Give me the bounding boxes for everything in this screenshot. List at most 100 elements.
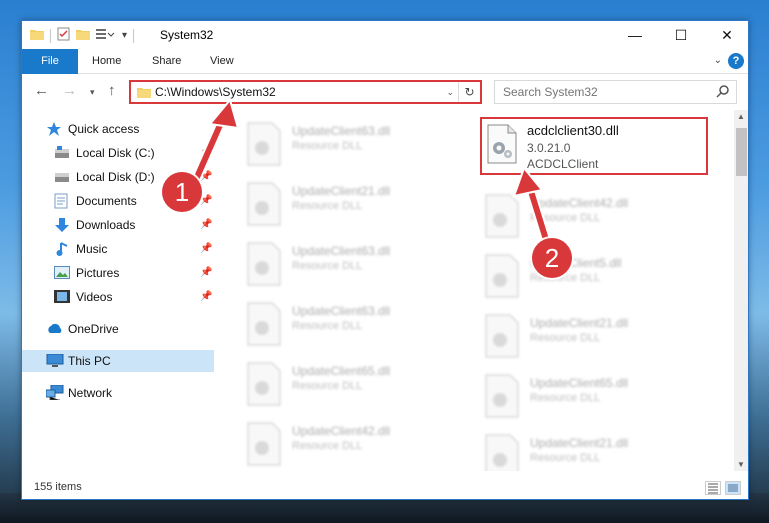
address-path[interactable]: C:\Windows\System32 — [155, 85, 276, 99]
file-name: UpdateClient63.dll — [292, 124, 391, 138]
item-count: 155 items — [34, 481, 82, 493]
dll-file-icon — [485, 314, 519, 358]
file-item[interactable]: UpdateClient63.dll Resource DLL — [246, 240, 476, 290]
file-item[interactable]: UpdateClient21.dll Resource DLL — [484, 432, 714, 471]
tab-share[interactable]: Share — [152, 49, 181, 74]
sidebar-item-label: This PC — [68, 354, 111, 368]
scroll-up-icon[interactable]: ▲ — [737, 112, 745, 121]
properties-icon[interactable] — [57, 27, 70, 44]
chevron-down-icon[interactable]: ⌄ — [446, 87, 454, 98]
folder-icon — [30, 28, 44, 43]
vertical-scrollbar[interactable]: ▲ ▼ — [734, 110, 748, 471]
refresh-icon[interactable]: ↻ — [458, 82, 480, 102]
large-icons-view-icon[interactable] — [725, 481, 741, 495]
dll-gear-file-icon — [487, 124, 517, 164]
step-badge-1: 1 — [162, 172, 202, 212]
dll-file-icon — [247, 182, 281, 226]
music-icon — [56, 241, 70, 260]
file-item[interactable]: UpdateClient21.dll Resource DLL — [484, 312, 714, 362]
sidebar-item-label: OneDrive — [68, 322, 119, 336]
dll-file-icon — [485, 254, 519, 298]
tab-file[interactable]: File — [22, 49, 78, 74]
sidebar-item-quick-access[interactable]: Quick access — [22, 118, 214, 140]
sidebar-item-label: Videos — [76, 290, 113, 304]
file-type: Resource DLL — [292, 380, 363, 392]
title-bar: ▾ System32 — ☐ ✕ — [22, 21, 748, 49]
dll-file-icon — [247, 422, 281, 466]
pin-icon: 📌 — [200, 291, 213, 302]
dll-file-icon — [247, 362, 281, 406]
file-type: Resource DLL — [292, 200, 363, 212]
computer-icon — [46, 353, 64, 371]
search-input[interactable] — [503, 84, 703, 100]
pin-icon: 📌 — [200, 243, 213, 254]
pin-icon: 📌 — [200, 267, 213, 278]
file-name: acdclclient30.dll — [527, 123, 619, 138]
up-arrow-icon[interactable]: ↑ — [108, 82, 116, 99]
expand-ribbon-button[interactable]: ⌄ — [714, 55, 722, 66]
chevron-down-icon[interactable]: ▾ — [122, 30, 127, 41]
file-name: UpdateClient21.dll — [292, 184, 391, 198]
network-icon — [45, 384, 64, 403]
dll-file-icon — [247, 242, 281, 286]
sidebar-item-this-pc[interactable]: This PC — [22, 350, 214, 372]
dll-file-icon — [485, 194, 519, 238]
dll-file-icon — [247, 122, 281, 166]
sidebar-item-music[interactable]: Music 📌 — [22, 238, 214, 260]
file-name: UpdateClient65.dll — [530, 376, 629, 390]
minimize-button[interactable]: — — [612, 21, 658, 49]
sidebar-item-onedrive[interactable]: OneDrive — [22, 318, 214, 340]
sidebar-item-local-disk-c[interactable]: Local Disk (C:) 📌 — [22, 142, 214, 164]
maximize-button[interactable]: ☐ — [658, 21, 704, 49]
file-item[interactable]: UpdateClient63.dll Resource DLL — [246, 300, 476, 350]
sidebar-item-label: Music — [76, 242, 108, 256]
tab-view[interactable]: View — [210, 49, 234, 74]
sidebar-item-network[interactable]: Network — [22, 382, 214, 404]
file-type: Resource DLL — [292, 440, 363, 452]
sidebar-item-downloads[interactable]: Downloads 📌 — [22, 214, 214, 236]
scrollbar-thumb[interactable] — [736, 128, 747, 176]
file-type: Resource DLL — [530, 392, 601, 404]
sidebar-item-pictures[interactable]: Pictures 📌 — [22, 262, 214, 284]
documents-icon — [54, 193, 68, 212]
details-view-icon[interactable] — [705, 481, 721, 495]
navigation-pane: Quick access Local Disk (C:) 📌 Local Dis… — [22, 110, 216, 471]
file-item[interactable]: UpdateClient65.dll Resource DLL — [246, 360, 476, 410]
file-item[interactable]: UpdateClient42.dll Resource DLL — [246, 420, 476, 470]
file-item[interactable]: UpdateClient65.dll Resource DLL — [484, 372, 714, 422]
toolbar-divider — [133, 28, 135, 43]
file-item[interactable]: UpdateClient42.dll Resource DLL — [484, 192, 714, 242]
sidebar-item-videos[interactable]: Videos 📌 — [22, 286, 214, 308]
file-name: UpdateClient65.dll — [292, 364, 391, 378]
sidebar-item-label: Network — [68, 386, 113, 400]
new-folder-icon[interactable] — [76, 28, 90, 43]
sidebar-item-label: Quick access — [68, 122, 140, 136]
scroll-down-icon[interactable]: ▼ — [737, 460, 745, 469]
file-item[interactable]: UpdateClient21.dll Resource DLL — [246, 180, 476, 230]
sidebar-item-label: Documents — [76, 194, 137, 208]
step-badge-2: 2 — [532, 238, 572, 278]
highlighted-file-item[interactable]: acdclclient30.dll 3.0.21.0 ACDCLClient — [480, 117, 708, 175]
recent-locations-icon[interactable]: ▾ — [90, 87, 95, 98]
forward-arrow-icon[interactable]: → — [62, 82, 77, 99]
folder-icon — [137, 86, 151, 101]
videos-icon — [54, 290, 70, 306]
pictures-icon — [54, 266, 70, 282]
file-item[interactable]: UpdateClient5.dll Resource DLL — [484, 252, 714, 302]
file-type: Resource DLL — [292, 260, 363, 272]
dll-file-icon — [247, 302, 281, 346]
tab-home[interactable]: Home — [92, 49, 121, 74]
file-type: Resource DLL — [530, 212, 601, 224]
customize-toolbar-icon[interactable] — [96, 28, 116, 43]
search-box[interactable] — [494, 80, 737, 104]
back-arrow-icon[interactable]: ← — [34, 82, 49, 99]
sidebar-item-label: Pictures — [76, 266, 120, 280]
search-icon[interactable] — [716, 84, 730, 101]
file-type: Resource DLL — [292, 140, 363, 152]
help-button[interactable]: ? — [728, 53, 744, 69]
close-button[interactable]: ✕ — [704, 21, 748, 49]
file-name: UpdateClient21.dll — [530, 316, 629, 330]
file-item[interactable]: UpdateClient63.dll Resource DLL — [246, 120, 476, 170]
address-bar[interactable]: C:\Windows\System32 ⌄ ↻ — [129, 80, 482, 104]
quick-access-toolbar: ▾ — [30, 27, 135, 44]
